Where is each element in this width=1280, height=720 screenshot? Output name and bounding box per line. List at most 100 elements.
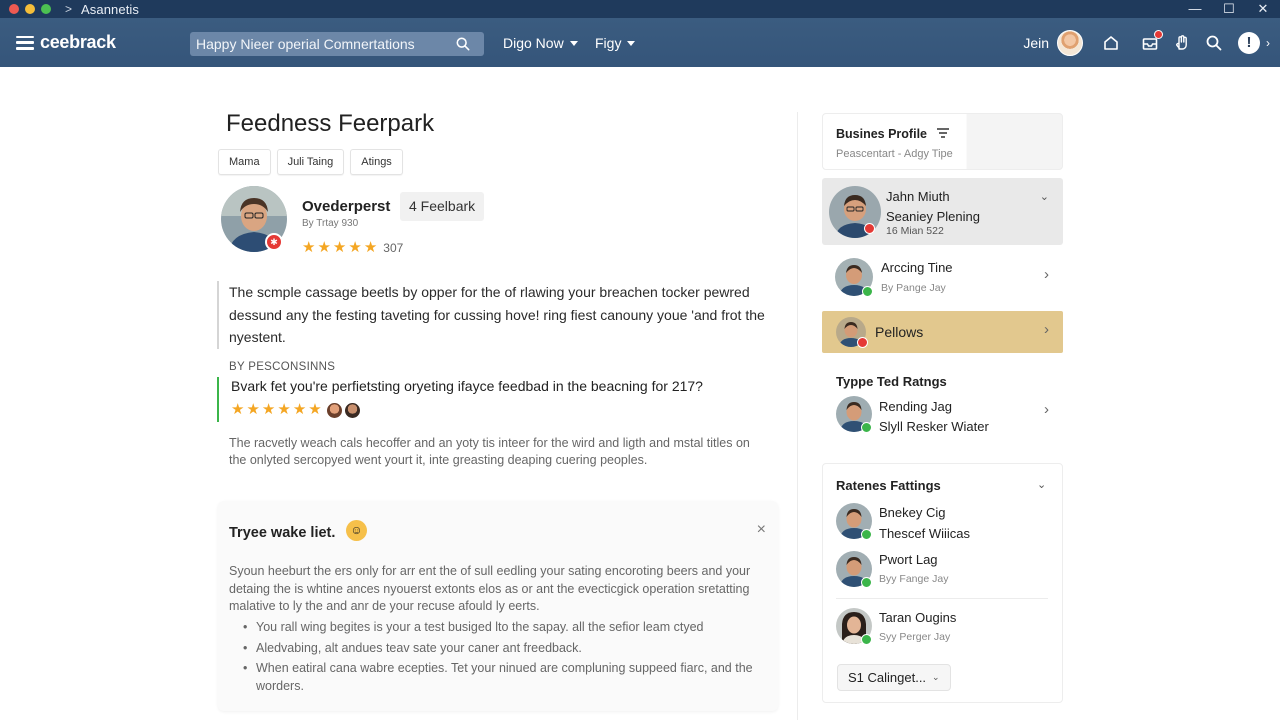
menu-icon[interactable] [16,35,34,50]
tab-mama[interactable]: Mama [218,149,271,175]
smiley-icon: ☺ [346,520,367,541]
restore-icon[interactable]: ☐ [1212,0,1246,18]
page-title: Feedness Feerpark [226,110,435,137]
star-icon: ★ [302,239,316,256]
business-profile-title: Busines Profile [836,127,927,141]
hand-icon[interactable] [1173,34,1191,52]
chevron-right-icon[interactable]: › [1044,321,1049,338]
chevron-right-icon: > [65,2,73,16]
column-divider [797,112,798,720]
list-item[interactable]: Taran Ougins Syy Perger Jay [822,605,1063,649]
person-meta: 16 Mian 522 [886,225,944,237]
search-input[interactable] [190,36,452,52]
list-item[interactable]: Bnekey Cig Thescef Wiiicas [822,500,1063,544]
user-name[interactable]: Jein [1023,35,1049,51]
status-badge [861,634,872,645]
tab-bar: Mama Juli Taing Atings [218,149,403,175]
rating-count: 307 [383,241,404,255]
profile-subtitle: By Trtay 930 [302,218,359,229]
tab-atings[interactable]: Atings [350,149,403,175]
window-title: Asannetis [81,1,140,17]
profile-status-badge: ✱ [265,233,283,251]
tip-card: Tryee wake liet. ☺ × Syoun heeburt the e… [218,501,778,711]
status-badge [862,286,873,297]
feedback-count-chip[interactable]: 4 Feelbark [400,192,485,221]
status-badge [861,577,872,588]
card-title: Tryee wake liet. [229,525,336,541]
list-item[interactable]: Arccing Tine By Pange Jay › [822,250,1063,305]
star-icon: ★ [332,239,347,256]
filter-icon[interactable] [937,128,949,138]
section-title-ratings: Ratenes Fattings [836,478,941,493]
nav-menu-figy[interactable]: Figy [595,35,636,51]
star-icon: ★ [292,401,307,418]
nav-menu-label: Figy [595,35,622,51]
caret-down-icon [569,40,578,46]
calendar-dropdown-button[interactable]: S1 Calinget... ⌄ [837,664,951,691]
by-label: BY PESCONSINNS [229,361,336,373]
business-profile-header[interactable]: Busines Profile Peascentart - Adgy Tipe [822,113,1063,170]
star-icon: ★ [246,401,260,418]
chevron-down-icon[interactable]: ⌄ [1040,190,1049,203]
status-badge [861,422,872,433]
close-icon[interactable]: × [757,521,766,539]
status-badge [864,223,875,234]
inbox-icon[interactable] [1141,29,1163,52]
list-item: Aledvabing, alt andues teav sate your ca… [243,640,768,658]
person-name: Taran Ougins [879,610,957,625]
section-title-typed-ratings: Typpe Ted Ratngs [836,374,947,389]
person-name: Pwort Lag [879,552,938,567]
nav-right-cluster: Jein ! › [1023,18,1280,67]
card-bullet-list: You rall wing begites is your a test bus… [243,619,768,698]
question-rating: ★ ★ ★ ★ ★ ★ [231,402,703,418]
magnifier-icon[interactable] [1205,34,1223,52]
person-sub: Syy Perger Jay [879,631,951,643]
top-navbar: ceebrack Digo Now Figy Jein ! › [0,18,1280,67]
list-item: When eatiral cana wabre ecepties. Tet yo… [243,660,768,695]
person-name: Bnekey Cig [879,505,946,520]
status-badge [861,529,872,540]
person-role: Seaniey Plening [886,209,980,224]
chevron-right-icon[interactable]: › [1044,266,1049,283]
person-sub: Thescef Wiiicas [879,526,971,541]
chevron-right-icon[interactable]: › [1044,401,1049,418]
chevron-down-icon: ⌄ [932,672,940,682]
notification-badge [1154,29,1163,39]
star-icon: ★ [261,401,276,418]
chevron-down-icon[interactable]: ⌄ [1037,478,1266,491]
nav-menu-digo[interactable]: Digo Now [503,35,578,51]
list-item[interactable]: Rending Jag Slyll Resker Wiater › [822,393,1063,437]
person-sub: Byy Fange Jay [879,573,949,585]
review-quote: The scmple cassage beetls by opper for t… [217,281,765,349]
star-icon: ★ [277,401,291,418]
star-icon: ★ [348,239,362,256]
star-icon: ★ [363,239,378,256]
business-profile-subtitle: Peascentart - Adgy Tipe [836,148,953,160]
person-sub: Slyll Resker Wiater [879,419,989,434]
reviewer-avatar[interactable] [326,402,342,418]
featured-person-card[interactable]: Jahn Miuth Seaniey Plening 16 Mian 522 ⌄ [822,178,1063,245]
profile-rating: ★ ★ ★ ★ ★ 307 [302,240,403,256]
question-text: Bvark fet you're perfietsting oryeting i… [231,378,703,394]
chevron-right-icon[interactable]: › [1266,36,1270,50]
list-item[interactable]: Pwort Lag Byy Fange Jay [822,548,1063,592]
app-logo[interactable]: ceebrack [40,32,116,53]
tab-juli-taing[interactable]: Juli Taing [276,149,345,175]
list-item-highlighted[interactable]: Pellows › [822,311,1063,353]
person-name: Jahn Miuth [886,189,950,204]
alert-icon[interactable]: ! [1238,31,1260,54]
window-controls-mac [9,4,51,14]
close-window-button[interactable] [9,4,19,14]
maximize-window-button[interactable] [41,4,51,14]
search-icon[interactable] [456,37,470,51]
card-paragraph: Syoun heeburt the ers only for arr ent t… [229,564,751,613]
home-icon[interactable] [1102,34,1120,52]
reviewer-avatar[interactable] [344,402,360,418]
user-avatar[interactable] [1057,29,1083,56]
minimize-window-button[interactable] [25,4,35,14]
close-icon[interactable]: ✕ [1246,0,1280,18]
window-controls: — ☐ ✕ [1178,0,1280,18]
minimize-icon[interactable]: — [1178,0,1212,18]
window-titlebar: > Asannetis — ☐ ✕ [0,0,1280,18]
star-icon: ★ [231,401,245,418]
